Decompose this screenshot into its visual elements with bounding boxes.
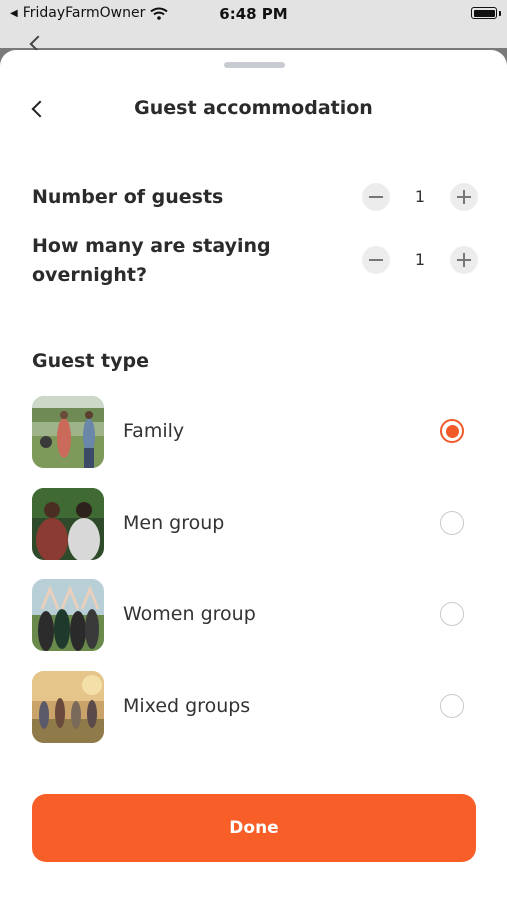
guest-type-option-mixed[interactable]: Mixed groups [32,671,476,743]
status-bar: ◀ FridayFarmOwner 6:48 PM [0,0,507,53]
guests-count-value: 1 [414,187,426,206]
minus-icon[interactable] [362,183,390,211]
battery-cap [499,11,501,16]
done-button[interactable]: Done [32,794,476,862]
overnight-label-line1: How many are staying [32,235,271,257]
guest-type-label: Family [123,420,185,442]
overnight-count-value: 1 [414,250,426,269]
guests-count-stepper: 1 [362,183,478,213]
bottom-sheet: Guest accommodation Number of guests 1 H… [0,50,507,900]
radio-unselected-icon[interactable] [440,511,464,535]
done-button-label: Done [229,818,279,838]
battery-icon [471,7,497,19]
radio-unselected-icon[interactable] [440,694,464,718]
overnight-count-label: How many are staying overnight? [32,232,271,290]
guest-type-label: Women group [123,603,256,625]
guests-count-label: Number of guests [32,186,224,208]
minus-icon[interactable] [362,246,390,274]
guest-type-label: Men group [123,512,225,534]
page-title: Guest accommodation [134,97,373,119]
overnight-count-stepper: 1 [362,246,478,276]
plus-icon[interactable] [450,183,478,211]
mixed-groups-photo [32,671,104,743]
family-photo [32,396,104,468]
overnight-label-line2: overnight? [32,264,147,286]
sheet-grabber[interactable] [224,62,285,68]
guest-type-option-family[interactable]: Family [32,396,476,468]
guest-type-title: Guest type [32,350,149,372]
guest-type-option-women[interactable]: Women group [32,579,476,651]
radio-selected-icon[interactable] [440,419,464,443]
men-group-photo [32,488,104,560]
guest-type-label: Mixed groups [123,695,251,717]
guest-type-option-men[interactable]: Men group [32,488,476,560]
plus-icon[interactable] [450,246,478,274]
radio-unselected-icon[interactable] [440,602,464,626]
women-group-photo [32,579,104,651]
status-time: 6:48 PM [219,5,288,23]
